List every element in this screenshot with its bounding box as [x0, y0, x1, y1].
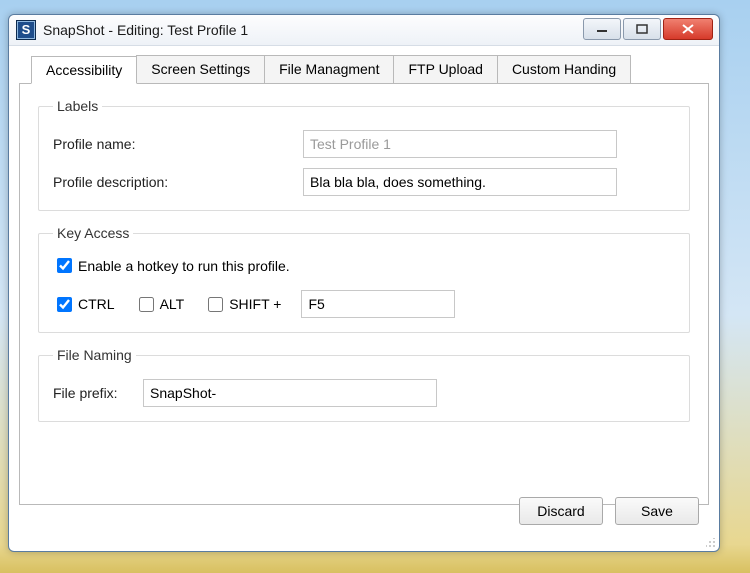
window: S SnapShot - Editing: Test Profile 1 Acc… — [8, 14, 720, 552]
profile-name-input[interactable] — [303, 130, 617, 158]
save-button[interactable]: Save — [615, 497, 699, 525]
tab-bar: Accessibility Screen Settings File Manag… — [31, 55, 709, 83]
alt-checkbox[interactable]: ALT — [135, 294, 185, 315]
tab-custom-handing[interactable]: Custom Handing — [497, 55, 631, 83]
close-button[interactable] — [663, 18, 713, 40]
profile-desc-label: Profile description: — [53, 174, 303, 190]
alt-input[interactable] — [139, 297, 154, 312]
profile-desc-input[interactable] — [303, 168, 617, 196]
enable-hotkey-checkbox[interactable]: Enable a hotkey to run this profile. — [53, 255, 290, 276]
key-access-group: Key Access Enable a hotkey to run this p… — [38, 225, 690, 333]
resize-grip-icon[interactable] — [703, 535, 717, 549]
tab-accessibility[interactable]: Accessibility — [31, 56, 137, 84]
labels-legend: Labels — [53, 98, 102, 114]
profile-name-label: Profile name: — [53, 136, 303, 152]
ctrl-checkbox[interactable]: CTRL — [53, 294, 115, 315]
enable-hotkey-input[interactable] — [57, 258, 72, 273]
window-title: SnapShot - Editing: Test Profile 1 — [43, 22, 248, 38]
tab-screen-settings[interactable]: Screen Settings — [136, 55, 265, 83]
shift-checkbox[interactable]: SHIFT + — [204, 294, 281, 315]
tab-panel: Labels Profile name: Profile description… — [19, 83, 709, 505]
file-prefix-label: File prefix: — [53, 385, 143, 401]
file-naming-group: File Naming File prefix: — [38, 347, 690, 422]
shift-label: SHIFT + — [229, 296, 281, 312]
ctrl-input[interactable] — [57, 297, 72, 312]
labels-group: Labels Profile name: Profile description… — [38, 98, 690, 211]
hotkey-key-input[interactable] — [301, 290, 455, 318]
enable-hotkey-label: Enable a hotkey to run this profile. — [78, 258, 290, 274]
app-icon: S — [16, 20, 36, 40]
alt-label: ALT — [160, 296, 185, 312]
title-bar[interactable]: S SnapShot - Editing: Test Profile 1 — [9, 15, 719, 46]
dialog-footer: Discard Save — [507, 497, 699, 525]
key-access-legend: Key Access — [53, 225, 133, 241]
minimize-button[interactable] — [583, 18, 621, 40]
file-naming-legend: File Naming — [53, 347, 136, 363]
tab-file-managment[interactable]: File Managment — [264, 55, 394, 83]
tab-ftp-upload[interactable]: FTP Upload — [393, 55, 497, 83]
file-prefix-input[interactable] — [143, 379, 437, 407]
ctrl-label: CTRL — [78, 296, 115, 312]
maximize-button[interactable] — [623, 18, 661, 40]
discard-button[interactable]: Discard — [519, 497, 603, 525]
shift-input[interactable] — [208, 297, 223, 312]
